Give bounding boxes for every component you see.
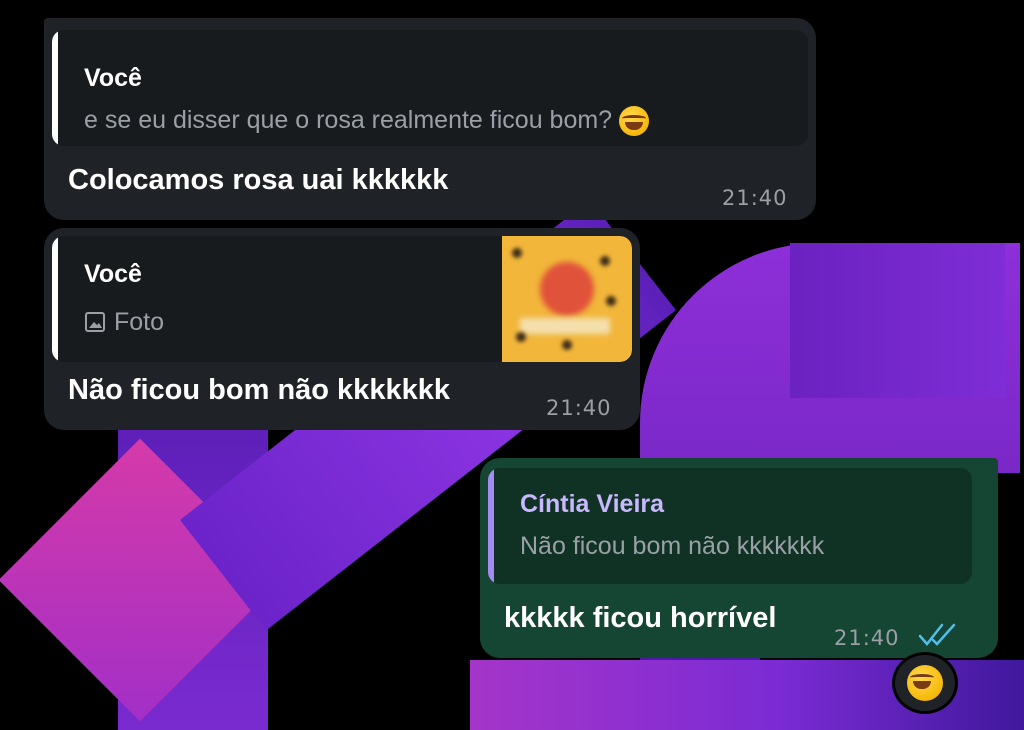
quote-bar (52, 30, 58, 146)
image-icon (85, 312, 105, 332)
message-bubble[interactable]: Cíntia Vieira Não ficou bom não kkkkkkk … (480, 458, 998, 658)
message-time: 21:40 (722, 186, 788, 210)
reply-text: Não ficou bom não kkkkkkk (520, 532, 825, 560)
tears-of-joy-emoji (907, 665, 943, 701)
message-time: 21:40 (834, 626, 900, 650)
double-check-read-icon (918, 623, 956, 646)
reply-text: e se eu disser que o rosa realmente fico… (84, 106, 650, 137)
tears-of-joy-emoji (619, 106, 650, 137)
message-time: 21:40 (546, 396, 612, 420)
reply-quote[interactable]: Você Foto (52, 236, 632, 362)
reply-text: Foto (84, 308, 164, 337)
quote-bar (52, 236, 58, 362)
message-bubble[interactable]: Você Foto Não ficou bom não kkkkkkk 21:4… (44, 228, 640, 430)
chat-stage: Você e se eu disser que o rosa realmente… (0, 0, 1024, 730)
reply-quote[interactable]: Você e se eu disser que o rosa realmente… (52, 30, 808, 146)
quote-bar (488, 468, 494, 584)
reply-author: Você (84, 260, 142, 288)
reply-author: Você (84, 64, 142, 92)
reply-text-content: Foto (114, 308, 165, 336)
reply-author: Cíntia Vieira (520, 490, 665, 518)
message-text: Não ficou bom não kkkkkkk (68, 374, 450, 406)
reply-text-content: e se eu disser que o rosa realmente fico… (84, 106, 613, 134)
reaction-badge[interactable] (892, 652, 958, 714)
message-bubble[interactable]: Você e se eu disser que o rosa realmente… (44, 18, 816, 220)
message-text: Colocamos rosa uai kkkkkk (68, 164, 449, 196)
wallpaper-shape (790, 243, 1005, 398)
reply-quote[interactable]: Cíntia Vieira Não ficou bom não kkkkkkk (488, 468, 972, 584)
photo-thumbnail[interactable] (502, 236, 632, 362)
message-text: kkkkk ficou horrível (504, 602, 777, 634)
